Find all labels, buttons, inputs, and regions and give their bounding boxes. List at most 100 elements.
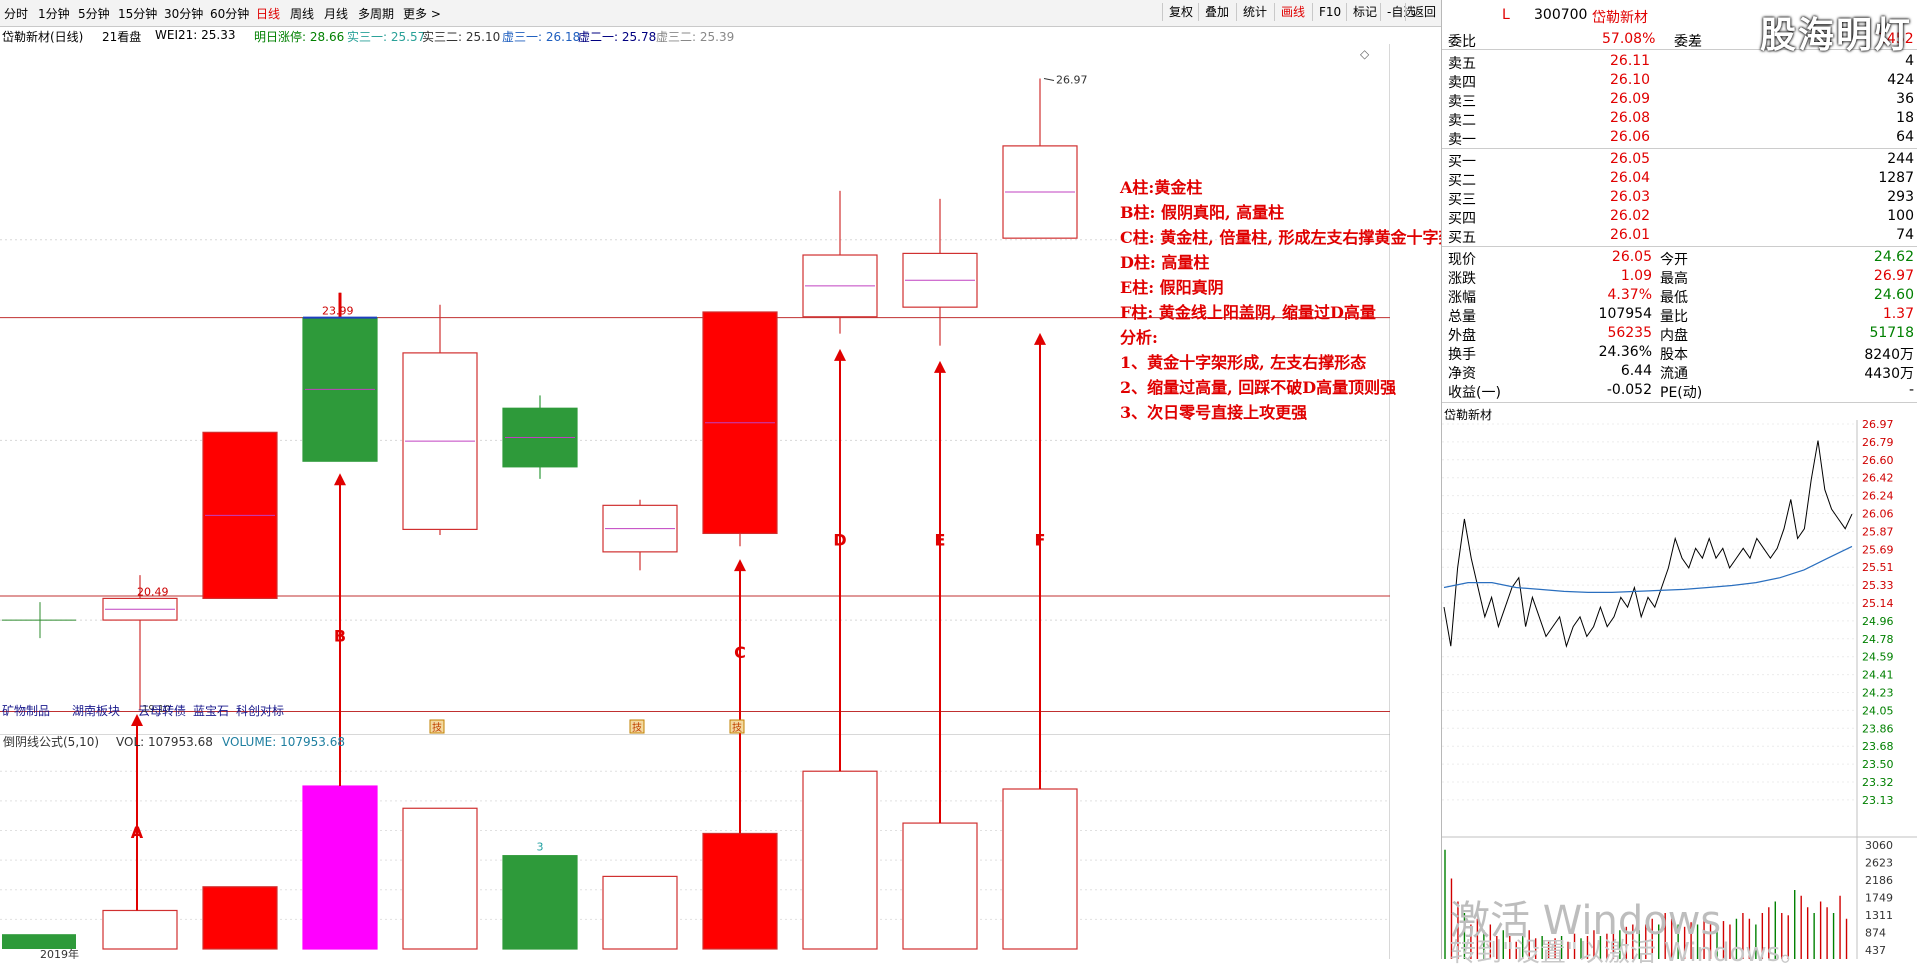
sector-tag[interactable]: 云母转债: [138, 702, 186, 719]
stat-label: PE(动): [1660, 385, 1703, 401]
ask-label: 卖三: [1448, 94, 1476, 110]
draw-line-button[interactable]: 画线: [1274, 3, 1311, 21]
ask-label: 卖二: [1448, 113, 1476, 129]
ask-row[interactable]: 卖一 26.06 64: [1442, 128, 1917, 148]
shi31-value: 实三一: 25.57: [347, 30, 426, 44]
label-d: D: [833, 530, 846, 549]
annotation-line: A柱:黄金柱: [1120, 178, 1203, 197]
stat-value: 1.37: [1882, 306, 1914, 322]
weicha-label: 委差: [1674, 34, 1702, 50]
chart-title: 岱勒新材(日线): [2, 30, 84, 44]
intraday-price-line: [1443, 440, 1853, 649]
bid-row[interactable]: 买五 26.01 74: [1442, 226, 1917, 246]
weibi-label: 委比: [1448, 34, 1476, 50]
stat-label: 最低: [1660, 290, 1688, 306]
stat-label: 最高: [1660, 271, 1688, 287]
bid-row[interactable]: 买四 26.02 100: [1442, 207, 1917, 227]
mini-axis-label: 24.59: [1862, 651, 1894, 664]
xu32-value: 虚三二: 25.39: [656, 30, 735, 44]
stat-row: 涨幅 4.37% 最低 24.60: [1442, 286, 1917, 306]
stat-value: 24.36%: [1598, 344, 1652, 360]
ask-price: 26.06: [1610, 129, 1651, 145]
tab-period-30min[interactable]: 30分钟: [164, 5, 203, 22]
stat-label: 流通: [1660, 366, 1688, 382]
tab-period-5min[interactable]: 5分钟: [78, 5, 110, 22]
label-a: A: [131, 823, 144, 842]
stat-row: 换手 24.36% 股本 8240万: [1442, 343, 1917, 363]
windows-activation-hint: 转到"设置"以激活 Windows。: [1450, 938, 1807, 968]
fuquan-button[interactable]: 复权: [1162, 3, 1199, 21]
intraday-chart[interactable]: 26.97 26.79 26.60 26.42 26.24 26.06 25.87 25.69…: [1442, 420, 1917, 959]
xu31-value: 虚三一: 26.18: [502, 30, 581, 44]
back-button[interactable]: 返回: [1405, 3, 1444, 21]
weibi-value: 57.08%: [1602, 31, 1656, 47]
tab-period-1min[interactable]: 1分钟: [38, 5, 70, 22]
stats-button[interactable]: 统计: [1236, 3, 1273, 21]
shi32-value: 实三二: 25.10: [422, 30, 501, 44]
annotation-line: E柱: 假阳真阴: [1120, 278, 1224, 297]
ask-row[interactable]: 卖二 26.08 18: [1442, 109, 1917, 129]
tab-period-more[interactable]: 更多 >: [403, 5, 441, 22]
bid-row[interactable]: 买一 26.05 244: [1442, 150, 1917, 170]
tab-period-daily[interactable]: 日线: [256, 5, 280, 22]
bid-volume: 1287: [1878, 170, 1914, 186]
stat-label: 股本: [1660, 347, 1688, 363]
bid-row[interactable]: 买二 26.04 1287: [1442, 169, 1917, 189]
event-tag-icon: 技: [432, 721, 442, 734]
bid-label: 买五: [1448, 230, 1476, 246]
volume-bar: [302, 785, 378, 950]
tab-period-monthly[interactable]: 月线: [324, 5, 348, 22]
sector-tag[interactable]: 蓝宝石: [193, 702, 229, 719]
bid-volume: 74: [1896, 227, 1914, 243]
stat-value: 4.37%: [1607, 287, 1652, 303]
bid-volume: 244: [1887, 151, 1914, 167]
mini-vol-axis-label: 1311: [1865, 909, 1893, 922]
annotation-line: 分析:: [1120, 328, 1158, 347]
f10-button[interactable]: F10: [1312, 3, 1347, 21]
bid-price: 26.03: [1610, 189, 1651, 205]
mini-axis-label: 26.24: [1862, 490, 1894, 503]
tab-period-multi[interactable]: 多周期: [358, 5, 394, 22]
bid-label: 买四: [1448, 211, 1476, 227]
tab-period-fenshi[interactable]: 分时: [4, 5, 28, 22]
annotation-line: 1、黄金十字架形成, 左支右撑形态: [1120, 353, 1367, 372]
annotation-line: 2、缩量过高量, 回踩不破D高量顶则强: [1120, 378, 1397, 397]
label-e: E: [935, 530, 946, 549]
stat-label: 量比: [1660, 309, 1688, 325]
tab-period-weekly[interactable]: 周线: [290, 5, 314, 22]
mini-axis-label: 23.86: [1862, 722, 1894, 735]
ask-volume: 36: [1896, 91, 1914, 107]
mini-axis-label: 23.13: [1862, 794, 1894, 807]
bid-price: 26.05: [1610, 151, 1651, 167]
mark-button[interactable]: 标记: [1346, 3, 1383, 21]
indicator-info-line: 岱勒新材(日线) 21看盘 WEI21: 25.33 明日涨停: 28.66 实…: [0, 26, 1390, 44]
limit-up-value: 明日涨停: 28.66: [254, 30, 345, 44]
stat-row: 收益(一) -0.052 PE(动) -: [1442, 381, 1917, 401]
sector-tag[interactable]: 科创对标: [236, 702, 284, 719]
stat-label: 今开: [1660, 252, 1688, 268]
tab-period-15min[interactable]: 15分钟: [118, 5, 157, 22]
tab-period-60min[interactable]: 60分钟: [210, 5, 249, 22]
volume-bar: [802, 770, 878, 950]
ask-row[interactable]: 卖三 26.09 36: [1442, 90, 1917, 110]
mini-axis-label: 23.32: [1862, 776, 1894, 789]
arrow-b-head: [334, 473, 346, 486]
b-price-label: 23.99: [322, 305, 354, 318]
sector-tag[interactable]: 湖南板块: [72, 702, 120, 719]
watermark-logo: 股海明灯: [1760, 15, 1913, 56]
volume-chart[interactable]: 12000100008000600040002000 倒阴线公式(5,10)VO…: [0, 734, 1390, 959]
bid-row[interactable]: 买三 26.03 293: [1442, 188, 1917, 208]
volume-bar: [202, 886, 278, 950]
diamond-icon: ◇: [1360, 47, 1370, 61]
mini-axis-label: 26.79: [1862, 436, 1894, 449]
volume-bar: [502, 855, 578, 950]
stat-row: 涨跌 1.09 最高 26.97: [1442, 267, 1917, 287]
ask-volume: 64: [1896, 129, 1914, 145]
ask-row[interactable]: 卖四 26.10 424: [1442, 71, 1917, 91]
mini-vol-axis-label: 1749: [1865, 892, 1893, 905]
sector-tag[interactable]: 矿物制品: [2, 702, 50, 719]
stat-label: 现价: [1448, 252, 1476, 268]
stat-row: 外盘 56235 内盘 51718: [1442, 324, 1917, 344]
stat-value: -: [1908, 382, 1914, 398]
overlay-button[interactable]: 叠加: [1198, 3, 1235, 21]
